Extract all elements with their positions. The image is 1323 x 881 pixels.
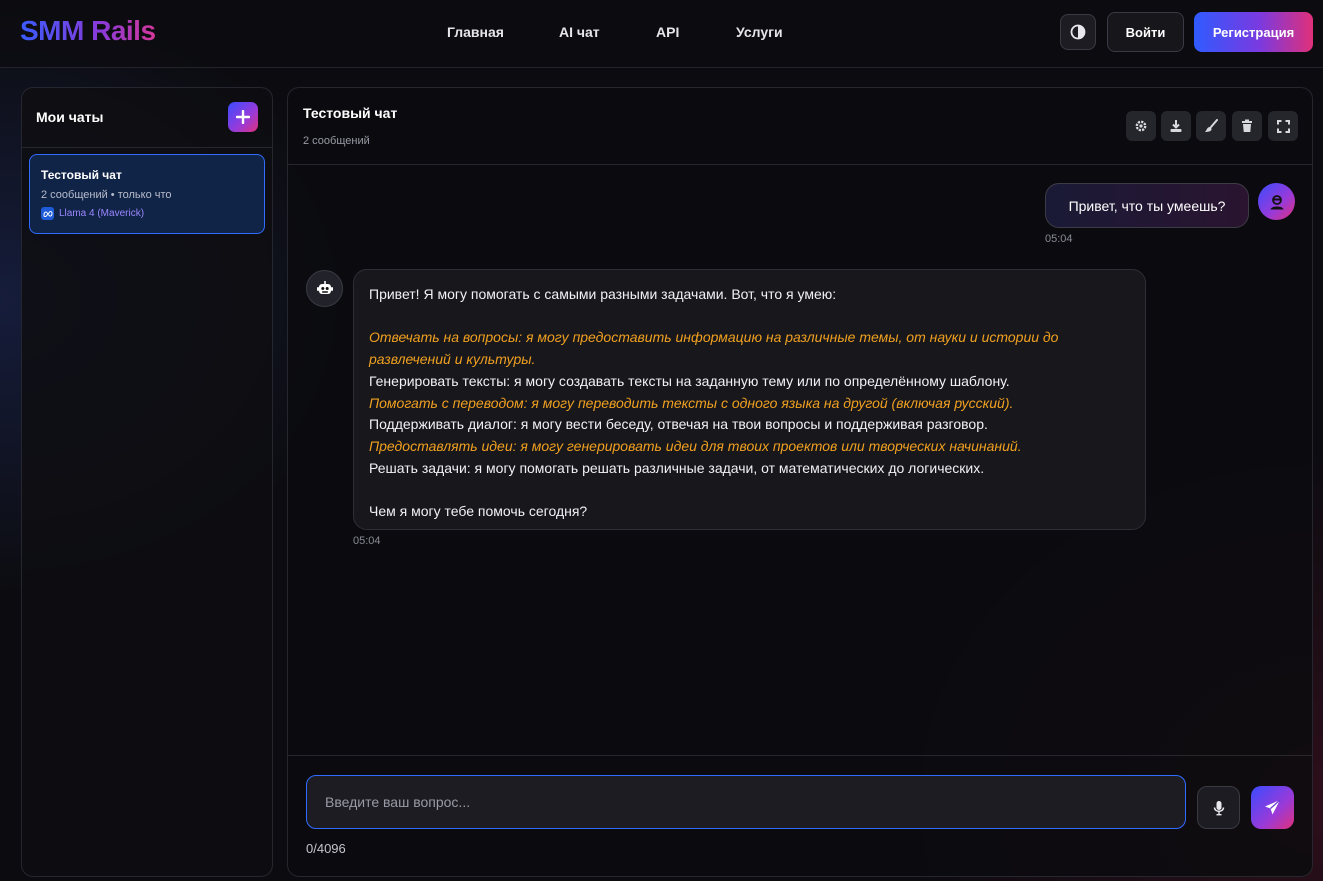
chat-title: Тестовый чат <box>303 105 398 121</box>
download-button[interactable] <box>1161 111 1191 141</box>
contrast-icon <box>1070 24 1086 40</box>
nav-api[interactable]: API <box>656 24 679 40</box>
user-avatar <box>1258 183 1295 220</box>
bot-message-spacer <box>369 306 1130 328</box>
nav-services[interactable]: Услуги <box>736 24 783 40</box>
nav-home[interactable]: Главная <box>447 24 504 40</box>
bot-avatar <box>306 270 343 307</box>
message-count: 2 сообщений <box>303 135 370 147</box>
new-chat-button[interactable] <box>228 102 258 132</box>
meta-logo-icon <box>41 207 54 220</box>
bot-message-line: Чем я могу тебе помочь сегодня? <box>369 503 588 519</box>
send-button[interactable] <box>1251 786 1294 829</box>
clear-button[interactable] <box>1196 111 1226 141</box>
sidebar-title: Мои чаты <box>36 109 104 125</box>
brush-icon <box>1205 119 1218 132</box>
message-input[interactable] <box>306 775 1186 829</box>
model-name: Llama 4 (Maverick) <box>59 208 145 219</box>
register-button[interactable]: Регистрация <box>1194 12 1313 52</box>
delete-button[interactable] <box>1232 111 1262 141</box>
bot-message-line: Решать задачи: я могу помогать решать ра… <box>369 459 985 476</box>
sidebar-header: Мои чаты <box>22 88 272 148</box>
user-message-time: 05:04 <box>1045 233 1073 245</box>
send-icon <box>1265 799 1281 815</box>
chat-panel: Тестовый чат 2 сообщений Привет, что ты … <box>287 87 1313 877</box>
plus-icon <box>236 110 250 124</box>
gear-icon <box>1135 120 1147 132</box>
trash-icon <box>1242 119 1252 132</box>
bot-message-line: Генерировать тексты: я могу создавать те… <box>369 372 1010 389</box>
login-button[interactable]: Войти <box>1107 12 1184 52</box>
bot-message: Привет! Я могу помогать с самыми разными… <box>353 269 1146 530</box>
chat-list-item[interactable]: Тестовый чат 2 сообщений • только что Ll… <box>29 154 265 234</box>
bot-message-line: Отвечать на вопросы: я могу предоставить… <box>369 329 1059 346</box>
chat-item-meta: 2 сообщений • только что <box>41 189 172 201</box>
fullscreen-icon <box>1276 119 1290 133</box>
user-icon <box>1270 194 1283 209</box>
top-header: SMM Rails Главная AI чат API Услуги Войт… <box>0 0 1323 68</box>
download-icon <box>1170 120 1182 132</box>
nav-ai-chat[interactable]: AI чат <box>559 24 600 40</box>
bot-message-line: Привет! Я могу помогать с самыми разными… <box>369 286 837 302</box>
chat-item-model: Llama 4 (Maverick) <box>41 207 144 220</box>
bot-message-spacer <box>369 479 1130 501</box>
fullscreen-button[interactable] <box>1268 111 1298 141</box>
chat-item-title: Тестовый чат <box>41 168 122 182</box>
chat-header: Тестовый чат 2 сообщений <box>288 88 1312 165</box>
voice-input-button[interactable] <box>1197 786 1240 829</box>
bot-message-line: Поддерживать диалог: я могу вести беседу… <box>369 416 988 433</box>
bot-message-line: Предоставлять идеи: я могу генерировать … <box>369 437 1022 454</box>
user-message: Привет, что ты умеешь? <box>1045 183 1249 228</box>
bot-message-time: 05:04 <box>353 535 381 547</box>
composer: 0/4096 <box>288 755 1312 877</box>
chats-sidebar: Мои чаты Тестовый чат 2 сообщений • толь… <box>21 87 273 877</box>
bot-message-line: развлечений и культуры. <box>369 351 536 368</box>
microphone-icon <box>1213 800 1224 815</box>
theme-toggle-button[interactable] <box>1060 14 1096 50</box>
bot-message-line: Помогать с переводом: я могу переводить … <box>369 394 1014 411</box>
robot-icon <box>316 280 333 294</box>
settings-button[interactable] <box>1126 111 1156 141</box>
character-counter: 0/4096 <box>306 841 346 856</box>
